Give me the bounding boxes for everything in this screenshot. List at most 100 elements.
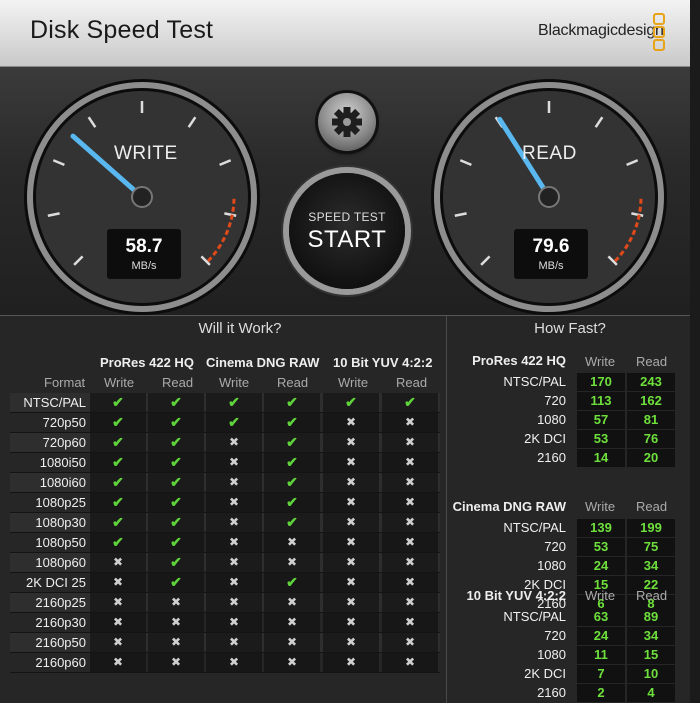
how-fast-format-label: 2K DCI [524,431,566,446]
format-label: 2160p50 [35,635,86,650]
start-button-label: START [307,226,387,253]
checkmark-icon: ✔ [206,393,262,412]
brand-name: Blackmagicdesign [538,22,664,39]
how-fast-format-label: 1080 [537,412,566,427]
format-label: 1080p60 [35,555,86,570]
section-divider [446,316,447,703]
cross-icon: ✖ [90,553,146,572]
codec-header-prores: ProRes 422 HQ [100,355,194,370]
checkmark-icon: ✔ [90,453,146,472]
checkmark-icon: ✔ [148,413,204,432]
cross-icon: ✖ [206,653,262,672]
how-fast-read-header: Read [636,354,668,369]
codec-header-dng: Cinema DNG RAW [206,355,320,370]
table-row: 720p50 ✔ ✔ ✔ ✔ ✖ ✖ [10,413,440,433]
cross-icon: ✖ [382,533,438,552]
cross-icon: ✖ [323,593,379,612]
cross-icon: ✖ [323,633,379,652]
table-row: 1080p50 ✔ ✔ ✖ ✖ ✖ ✖ [10,533,440,553]
results-panel: Will it Work? How Fast? ProRes 422 HQ Ci… [0,315,690,703]
checkmark-icon: ✔ [90,533,146,552]
checkmark-icon: ✔ [148,573,204,592]
how-fast-write-value: 53 [577,538,625,556]
format-label: 1080p50 [35,535,86,550]
app-title: Disk Speed Test [30,16,214,44]
how-fast-format-label: 720 [544,539,566,554]
write-speed-value: 58.7 [125,236,163,257]
how-fast-write-header: Write [585,499,616,514]
table-row: 1080i50 ✔ ✔ ✖ ✔ ✖ ✖ [10,453,440,473]
table-row: 720p60 ✔ ✔ ✖ ✔ ✖ ✖ [10,433,440,453]
checkmark-icon: ✔ [148,493,204,512]
cross-icon: ✖ [382,413,438,432]
cross-icon: ✖ [206,553,262,572]
table-row: 2K DCI 25 ✖ ✔ ✖ ✔ ✖ ✖ [10,573,440,593]
checkmark-icon: ✔ [148,553,204,572]
how-fast-read-value: 89 [627,608,675,626]
table-row: NTSC/PAL ✔ ✔ ✔ ✔ ✔ ✔ [10,393,440,413]
how-fast-read-value: 162 [627,392,675,410]
cross-icon: ✖ [382,453,438,472]
how-fast-read-value: 15 [627,646,675,664]
checkmark-icon: ✔ [323,393,379,412]
checkmark-icon: ✔ [148,473,204,492]
cross-icon: ✖ [90,653,146,672]
cross-icon: ✖ [382,653,438,672]
col-header: Write [104,375,135,390]
checkmark-icon: ✔ [264,573,320,592]
how-fast-format-label: 720 [544,393,566,408]
cross-icon: ✖ [323,533,379,552]
read-gauge [431,79,667,315]
checkmark-icon: ✔ [148,453,204,472]
format-label: 1080p25 [35,495,86,510]
app-window: Disk Speed Test Blackmagicdesign WRITE 5… [0,0,690,703]
gauge-hub [538,186,560,208]
table-row: 2160p50 ✖ ✖ ✖ ✖ ✖ ✖ [10,633,440,653]
cross-icon: ✖ [382,473,438,492]
checkmark-icon: ✔ [264,513,320,532]
write-readout: 58.7 MB/s [106,228,182,280]
how-fast-write-value: 139 [577,519,625,537]
read-gauge-label: READ [522,143,577,164]
cross-icon: ✖ [382,573,438,592]
cross-icon: ✖ [90,613,146,632]
how-fast-codec-header: ProRes 422 HQ [472,353,566,368]
checkmark-icon: ✔ [90,493,146,512]
col-header: Read [396,375,428,390]
cross-icon: ✖ [264,613,320,632]
how-fast-format-label: NTSC/PAL [503,374,566,389]
codec-header-yuv: 10 Bit YUV 4:2:2 [333,355,433,370]
start-button[interactable]: SPEED TEST START [289,173,405,289]
cross-icon: ✖ [90,633,146,652]
cross-icon: ✖ [323,653,379,672]
cross-icon: ✖ [264,633,320,652]
how-fast-read-value: 10 [627,665,675,683]
how-fast-write-header: Write [585,354,616,369]
how-fast-write-header: Write [585,588,616,603]
cross-icon: ✖ [90,593,146,612]
how-fast-write-value: 14 [577,449,625,467]
format-label: 2160p30 [35,615,86,630]
checkmark-icon: ✔ [382,393,438,412]
cross-icon: ✖ [323,513,379,532]
how-fast-write-value: 2 [577,684,625,702]
checkmark-icon: ✔ [264,413,320,432]
how-fast-format-label: 2160 [537,685,566,700]
cross-icon: ✖ [382,493,438,512]
write-speed-unit: MB/s [131,260,157,272]
table-row: 1080p60 ✖ ✔ ✖ ✖ ✖ ✖ [10,553,440,573]
format-label: NTSC/PAL [23,395,86,410]
how-fast-format-label: NTSC/PAL [503,609,566,624]
checkmark-icon: ✔ [90,393,146,412]
table-row: 1080p25 ✔ ✔ ✖ ✔ ✖ ✖ [10,493,440,513]
cross-icon: ✖ [206,473,262,492]
table-row: 2160p30 ✖ ✖ ✖ ✖ ✖ ✖ [10,613,440,633]
settings-button[interactable] [318,93,376,151]
cross-icon: ✖ [264,553,320,572]
cross-icon: ✖ [206,593,262,612]
write-gauge [24,79,260,315]
cross-icon: ✖ [323,573,379,592]
how-fast-format-label: 2K DCI [524,666,566,681]
read-speed-value: 79.6 [532,236,570,257]
title-bar: Disk Speed Test Blackmagicdesign [0,0,690,67]
